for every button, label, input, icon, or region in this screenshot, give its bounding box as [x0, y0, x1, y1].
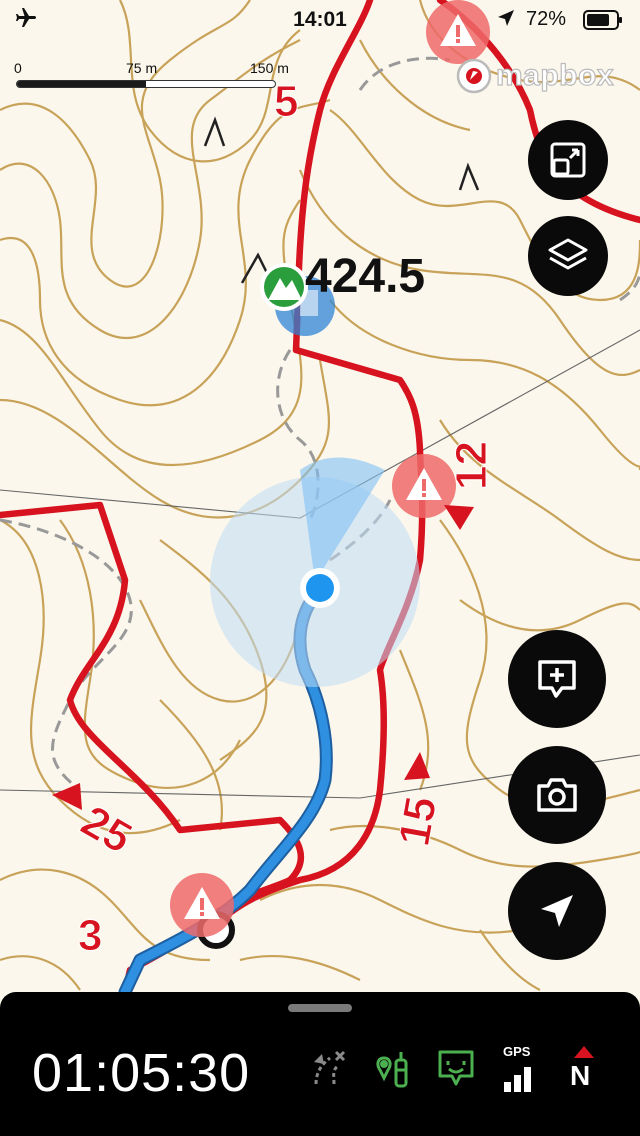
- gps-label: GPS: [503, 1044, 531, 1059]
- battery-percent: 72%: [526, 8, 567, 30]
- route-off-icon[interactable]: [308, 1048, 348, 1088]
- scale-label-start: 0: [14, 60, 22, 76]
- add-note-button[interactable]: [508, 630, 606, 728]
- layers-icon: [548, 238, 588, 270]
- status-bar: 14:01 72%: [0, 0, 640, 40]
- gps-signal-icon[interactable]: [500, 1062, 540, 1092]
- compass-icon[interactable]: [572, 1044, 596, 1060]
- layers-button[interactable]: [528, 216, 608, 296]
- mapbox-wordmark: mapbox: [495, 58, 615, 92]
- scale-bar: 0 75 m 150 m: [14, 60, 294, 90]
- elapsed-time: 01:05:30: [32, 1043, 251, 1103]
- camera-icon: [537, 778, 577, 812]
- scale-label-end: 150 m: [250, 60, 289, 76]
- add-note-icon: [538, 660, 576, 698]
- fit-bounds-icon: [550, 142, 586, 178]
- scale-bar-track: [16, 80, 276, 88]
- fit-bounds-button[interactable]: [528, 120, 608, 200]
- camera-button[interactable]: [508, 746, 606, 844]
- scale-label-mid: 75 m: [126, 60, 158, 76]
- compass-north-label: N: [570, 1060, 591, 1091]
- trail-number-15: 15: [390, 793, 447, 850]
- peak-elevation-label: 424.5: [305, 250, 425, 303]
- sheet-drag-handle[interactable]: [288, 1004, 352, 1012]
- recording-panel[interactable]: 01:05:30 GPS N: [0, 992, 640, 1136]
- locate-me-button[interactable]: [508, 862, 606, 960]
- trail-number-3: 3: [78, 911, 102, 960]
- hike-mode-icon[interactable]: [372, 1048, 412, 1088]
- location-arrow-icon: [498, 10, 514, 26]
- trail-number-12: 12: [447, 441, 496, 490]
- battery-icon: [583, 10, 622, 30]
- mapbox-attribution[interactable]: mapbox: [456, 58, 614, 94]
- mapbox-logo-icon: [456, 58, 492, 94]
- navigation-arrow-icon: [541, 895, 573, 927]
- message-icon[interactable]: [436, 1048, 476, 1088]
